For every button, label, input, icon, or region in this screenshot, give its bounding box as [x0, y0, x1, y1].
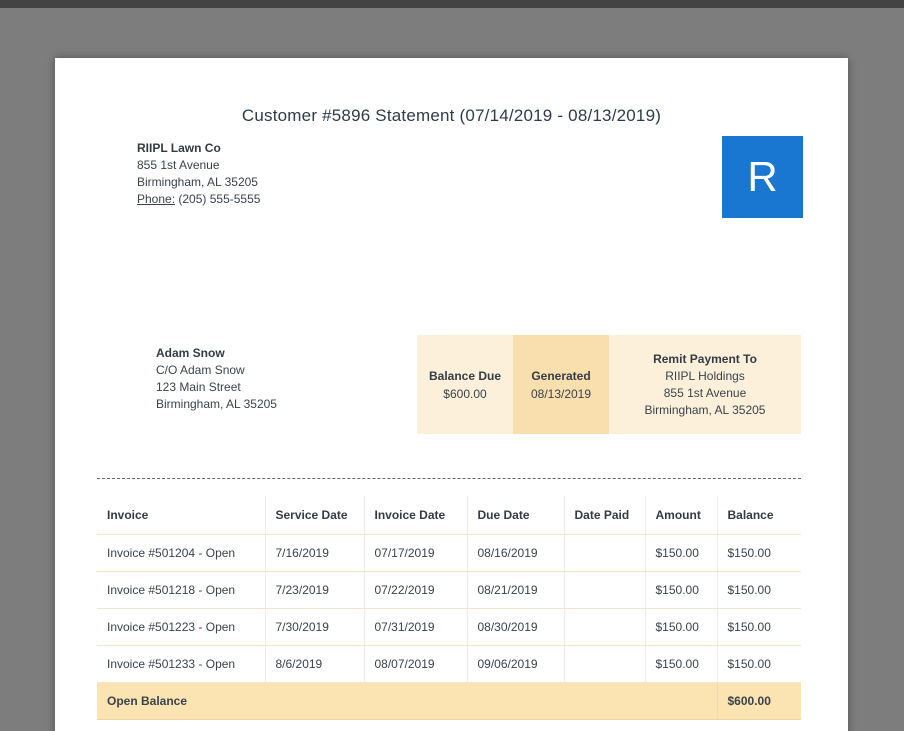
cell-due-date: 09/06/2019	[466, 645, 564, 683]
phone-label: Phone:	[137, 192, 176, 206]
header-invoice: Invoice	[97, 496, 265, 535]
cell-due-date: 08/21/2019	[466, 571, 564, 609]
summary-box: Balance Due $600.00 Generated 08/13/2019…	[417, 335, 801, 434]
generated-panel: Generated 08/13/2019	[513, 335, 609, 434]
statement-title: Customer #5896 Statement (07/14/2019 - 0…	[241, 106, 662, 125]
cell-balance: $150.00	[716, 571, 801, 609]
cell-balance: $150.00	[716, 645, 801, 683]
invoice-table: Invoice Service Date Invoice Date Due Da…	[97, 496, 801, 720]
cell-service-date: 7/23/2019	[264, 571, 364, 609]
cell-invoice-date: 08/07/2019	[363, 645, 467, 683]
company-logo: R	[722, 136, 803, 218]
cell-service-date: 8/6/2019	[264, 645, 364, 683]
cell-invoice-date: 07/17/2019	[363, 534, 467, 572]
open-balance-label: Open Balance	[97, 682, 717, 720]
header-amount: Amount	[644, 496, 717, 535]
phone-number: (205) 555-5555	[178, 192, 261, 206]
cell-amount: $150.00	[644, 645, 717, 683]
cell-invoice-date: 07/31/2019	[363, 608, 467, 646]
cell-invoice: Invoice #501223 - Open	[97, 608, 265, 646]
cell-invoice: Invoice #501233 - Open	[97, 645, 265, 683]
remit-address-line1: 855 1st Avenue	[663, 385, 747, 400]
remit-label: Remit Payment To	[653, 351, 757, 366]
remit-address-line2: Birmingham, AL 35205	[644, 402, 766, 417]
cell-due-date: 08/30/2019	[466, 608, 564, 646]
dashed-divider	[97, 478, 801, 479]
cell-due-date: 08/16/2019	[466, 534, 564, 572]
cell-amount: $150.00	[644, 571, 717, 609]
document-viewer: Customer #5896 Statement (07/14/2019 - 0…	[0, 0, 904, 731]
customer-name: Adam Snow	[156, 346, 225, 360]
billing-summary-row: Adam Snow C/O Adam Snow 123 Main Street …	[55, 335, 848, 434]
invoice-table-header-row: Invoice Service Date Invoice Date Due Da…	[97, 496, 801, 535]
remit-payment-panel: Remit Payment To RIIPL Holdings 855 1st …	[609, 335, 801, 434]
customer-address-line1: 123 Main Street	[156, 380, 241, 394]
statement-header: RIIPL Lawn Co 855 1st Avenue Birmingham,…	[55, 136, 848, 260]
header-invoice-date: Invoice Date	[363, 496, 467, 535]
cell-date-paid	[563, 571, 645, 609]
cell-amount: $150.00	[644, 534, 717, 572]
header-service-date: Service Date	[264, 496, 364, 535]
statement-page: Customer #5896 Statement (07/14/2019 - 0…	[55, 58, 848, 731]
cell-date-paid	[563, 645, 645, 683]
balance-due-panel: Balance Due $600.00	[417, 335, 513, 434]
cell-balance: $150.00	[716, 534, 801, 572]
customer-address-line2: Birmingham, AL 35205	[156, 397, 277, 411]
cell-service-date: 7/16/2019	[264, 534, 364, 572]
cell-invoice: Invoice #501218 - Open	[97, 571, 265, 609]
cell-balance: $150.00	[716, 608, 801, 646]
balance-due-value: $600.00	[443, 386, 487, 401]
invoice-row: Invoice #501233 - Open 8/6/2019 08/07/20…	[97, 645, 801, 683]
generated-value: 08/13/2019	[530, 386, 592, 401]
invoice-row: Invoice #501218 - Open 7/23/2019 07/22/2…	[97, 571, 801, 609]
remit-name: RIIPL Holdings	[665, 368, 745, 383]
invoice-row: Invoice #501223 - Open 7/30/2019 07/31/2…	[97, 608, 801, 646]
header-date-paid: Date Paid	[563, 496, 645, 535]
cell-invoice: Invoice #501204 - Open	[97, 534, 265, 572]
viewer-top-bar	[0, 0, 904, 8]
logo-letter-icon: R	[747, 153, 778, 200]
cell-date-paid	[563, 534, 645, 572]
cell-amount: $150.00	[644, 608, 717, 646]
invoice-row: Invoice #501204 - Open 7/16/2019 07/17/2…	[97, 534, 801, 572]
balance-due-label: Balance Due	[428, 368, 502, 383]
cell-invoice-date: 07/22/2019	[363, 571, 467, 609]
cell-service-date: 7/30/2019	[264, 608, 364, 646]
open-balance-row: Open Balance $600.00	[97, 682, 801, 720]
header-balance: Balance	[716, 496, 801, 535]
customer-address-block: Adam Snow C/O Adam Snow 123 Main Street …	[156, 335, 277, 413]
open-balance-value: $600.00	[716, 682, 801, 720]
cell-date-paid	[563, 608, 645, 646]
generated-label: Generated	[531, 368, 591, 383]
customer-care-of: C/O Adam Snow	[156, 363, 245, 377]
header-due-date: Due Date	[466, 496, 564, 535]
